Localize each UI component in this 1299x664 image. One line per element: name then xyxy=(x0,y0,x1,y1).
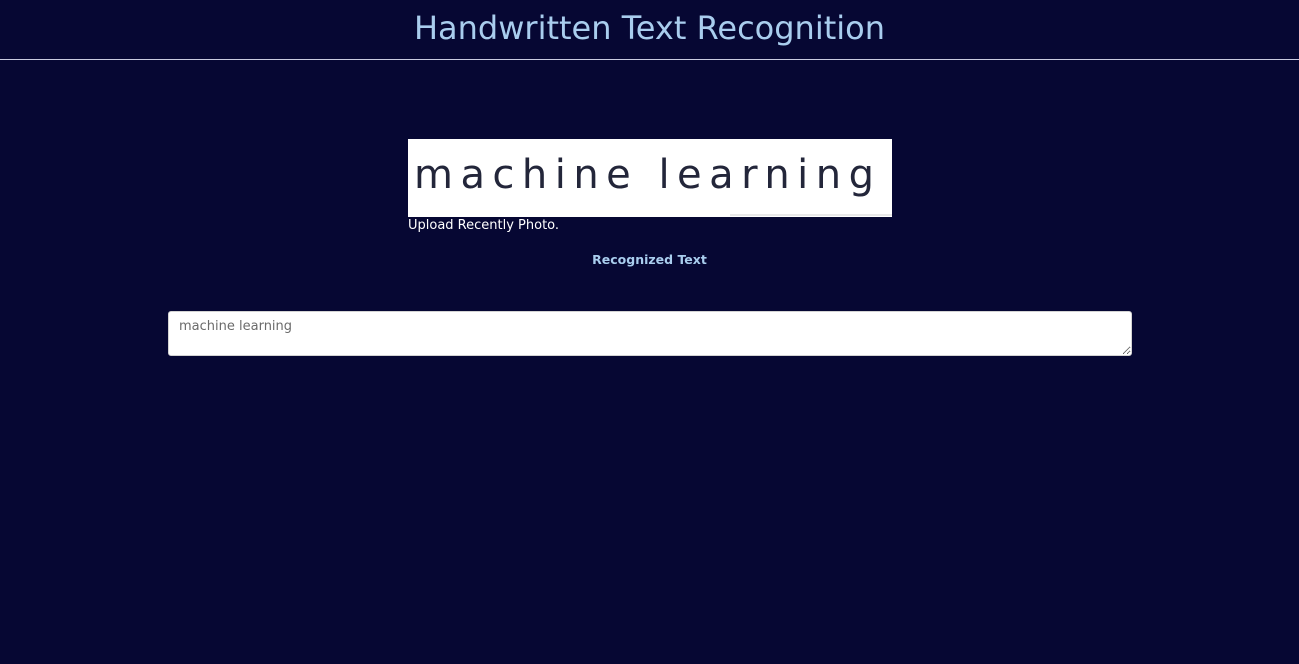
handwriting-image: machine learning xyxy=(408,139,892,217)
recognized-text-output[interactable]: machine learning xyxy=(168,311,1132,356)
page-title: Handwritten Text Recognition xyxy=(413,9,886,47)
handwriting-image-text: machine learning xyxy=(414,152,884,198)
upload-caption: Upload Recently Photo. xyxy=(408,218,560,233)
uploaded-photo[interactable]: machine learning xyxy=(408,139,892,217)
app-header: Handwritten Text Recognition xyxy=(0,0,1299,60)
recognized-text-label: Recognized Text xyxy=(592,252,707,267)
